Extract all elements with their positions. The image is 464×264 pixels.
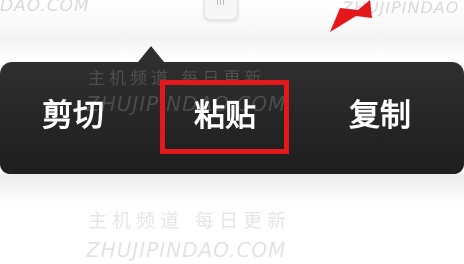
- menu-shadow: [0, 174, 464, 204]
- red-arrow-icon: [330, 0, 372, 32]
- menu-item-cut[interactable]: 剪切: [42, 88, 104, 144]
- watermark-chinese: 主机频道 每日更新: [88, 210, 292, 232]
- watermark-url: ZHUJIPINDAO.COM: [86, 238, 287, 262]
- menu-item-copy[interactable]: 复制: [349, 88, 411, 144]
- screenshot-stage: DAO.COM ZHUJIPINDAO 主机频道 每日更新 ZHUJIPINDA…: [0, 0, 464, 264]
- paste-highlight-box: [160, 80, 289, 154]
- context-menu-pointer: [138, 46, 164, 62]
